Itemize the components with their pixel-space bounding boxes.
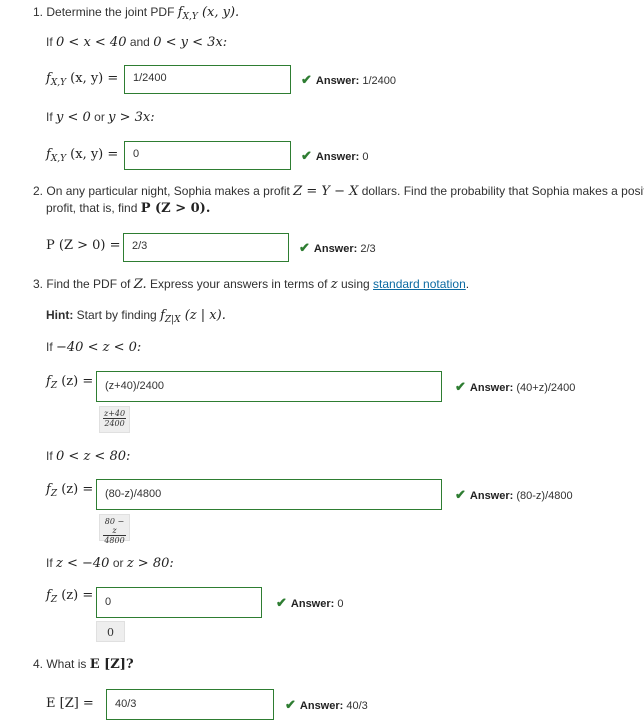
q3-case2-condition: If 0 < z < 80: [46,449,131,464]
q3-case3-condition: If z < −40 or z > 80: [46,556,174,571]
q2-prompt-line2: profit, that is, find P (Z > 0). [46,201,211,216]
q1-number: 1. [33,5,44,19]
q2-answer: ✔ Answer: 2/3 [299,240,376,255]
q3-case2-preview: 80 − z 4800 [99,514,130,545]
checkmark-icon: ✔ [301,72,312,87]
q4-lhs: E [Z] = [46,696,94,711]
q3-case3-preview: 0 [96,621,125,642]
q4-prompt: 4. What is E [Z]? [33,657,134,672]
q1-func-args: (x, y). [201,5,240,20]
q1-row2-answer: ✔ Answer: 0 [301,148,369,163]
q3-case2-answer: ✔ Answer: (80-z)/4800 [455,487,573,502]
checkmark-icon: ✔ [299,240,310,255]
q1-condition-2: If y < 0 or y > 3x: [46,110,155,125]
q2-prompt-line1: 2. On any particular night, Sophia makes… [33,184,644,199]
q3-case3-lhs: fZ (z) = [46,588,94,605]
q3-prompt: 3. Find the PDF of Z. Express your answe… [33,277,470,292]
joint-pdf-input-2[interactable]: 0 [124,141,291,170]
q3-case3-answer: ✔ Answer: 0 [276,595,344,610]
standard-notation-link[interactable]: standard notation [373,277,466,291]
pdf-z-input-1[interactable]: (z+40)/2400 [96,371,442,402]
probability-input[interactable]: 2/3 [123,233,289,262]
q3-case2-lhs: fZ (z) = [46,482,94,499]
q1-row1-lhs: fX,Y (x, y) = [46,71,119,88]
q1-row2-lhs: fX,Y (x, y) = [46,147,119,164]
q3-hint: Hint: Start by finding fZ|X (z | x). [46,308,226,325]
q3-case1-lhs: fZ (z) = [46,374,94,391]
checkmark-icon: ✔ [455,379,466,394]
q1-condition-1: If 0 < x < 40 and 0 < y < 3x: [46,35,228,50]
q4-answer: ✔ Answer: 40/3 [285,697,368,712]
q3-case1-preview: z+40 2400 [99,406,130,433]
checkmark-icon: ✔ [301,148,312,163]
q3-case1-condition: If −40 < z < 0: [46,340,142,355]
checkmark-icon: ✔ [276,595,287,610]
checkmark-icon: ✔ [285,697,296,712]
expectation-input[interactable]: 40/3 [106,689,274,720]
q1-text: Determine the joint PDF [46,5,175,19]
q3-case1-answer: ✔ Answer: (40+z)/2400 [455,379,576,394]
pdf-z-input-2[interactable]: (80-z)/4800 [96,479,442,510]
joint-pdf-input-1[interactable]: 1/2400 [124,65,291,94]
q1-prompt: 1. Determine the joint PDF fX,Y (x, y). [33,5,239,22]
checkmark-icon: ✔ [455,487,466,502]
q1-row1-answer: ✔ Answer: 1/2400 [301,72,397,87]
q2-lhs: P (Z > 0) = [46,238,121,253]
pdf-z-input-3[interactable]: 0 [96,587,262,618]
q1-func-sub: X,Y [182,12,198,22]
